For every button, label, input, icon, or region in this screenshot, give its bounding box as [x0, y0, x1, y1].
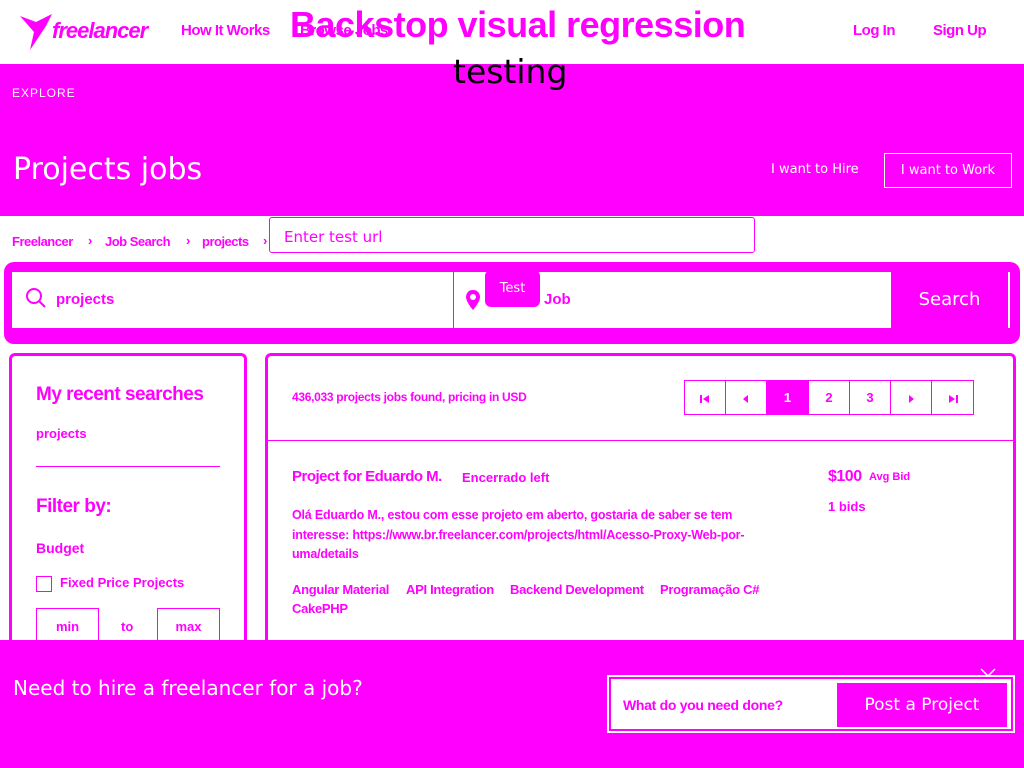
project-need-input[interactable]: What do you need done? [623, 697, 783, 713]
breadcrumb-projects[interactable]: projects [202, 234, 249, 249]
breadcrumb-separator-icon: › [88, 233, 93, 248]
how-it-works-link[interactable]: How It Works [181, 22, 270, 39]
breadcrumb-freelancer[interactable]: Freelancer [12, 234, 73, 249]
login-link[interactable]: Log In [853, 22, 896, 39]
fixed-price-checkbox[interactable] [36, 576, 52, 592]
search-button[interactable]: Search [891, 272, 1008, 328]
test-button[interactable]: Test [485, 270, 540, 307]
work-button[interactable]: I want to Work [884, 153, 1012, 188]
banner-heading: Need to hire a freelancer for a job? [13, 676, 363, 700]
budget-heading: Budget [36, 540, 85, 556]
signup-link[interactable]: Sign Up [933, 22, 987, 39]
explore-label: EXPLORE [12, 86, 76, 100]
budget-min-input[interactable]: min [36, 608, 99, 644]
recent-searches-heading: My recent searches [36, 384, 204, 405]
location-pin-icon [466, 290, 480, 310]
test-url-placeholder: Enter test url [284, 228, 383, 246]
page-2-button[interactable]: 2 [809, 381, 850, 414]
search-divider [453, 272, 454, 328]
skill-tag[interactable]: CakePHP [292, 601, 348, 616]
prev-page-icon[interactable] [726, 381, 767, 414]
search-icon [26, 288, 46, 308]
budget-to-label: to [121, 619, 134, 634]
project-title-link[interactable]: Project for Eduardo M. [292, 468, 442, 485]
pagination: 1 2 3 [684, 380, 974, 415]
overlay-title: Backstop visual regression [290, 4, 746, 45]
sidebar-divider [36, 466, 220, 467]
skill-tag[interactable]: Programação C# [660, 582, 759, 597]
location-input[interactable]: Job [544, 291, 571, 308]
post-project-form: What do you need done? Post a Project [607, 675, 1015, 733]
budget-max-input[interactable]: max [157, 608, 220, 644]
hire-link[interactable]: I want to Hire [771, 162, 859, 177]
post-project-button[interactable]: Post a Project [837, 683, 1007, 727]
fixed-price-label: Fixed Price Projects [60, 575, 185, 590]
test-url-input[interactable]: Enter test url [269, 217, 755, 253]
next-page-icon[interactable] [891, 381, 932, 414]
recent-search-item[interactable]: projects [36, 426, 87, 441]
last-page-icon[interactable] [932, 381, 973, 414]
project-description: Olá Eduardo M., estou com esse projeto e… [292, 508, 745, 561]
first-page-icon[interactable] [685, 381, 726, 414]
skill-tag[interactable]: Backend Development [510, 582, 644, 597]
project-status: Encerrado left [462, 470, 550, 485]
page-3-button[interactable]: 3 [850, 381, 891, 414]
search-input[interactable]: projects [56, 291, 114, 308]
project-price: $100 [828, 468, 862, 485]
breadcrumb-separator-icon: › [186, 233, 191, 248]
project-price-label: Avg Bid [869, 471, 911, 483]
results-count: 436,033 projects jobs found, pricing in … [292, 390, 527, 404]
skill-tag[interactable]: API Integration [406, 582, 494, 597]
overlay-subtitle: testing [453, 52, 568, 91]
breadcrumb-separator-icon: › [263, 233, 268, 248]
logo-text: freelancer [52, 18, 148, 43]
skill-tag[interactable]: Angular Material [292, 582, 389, 597]
project-bids: 1 bids [828, 499, 866, 514]
page-1-button[interactable]: 1 [767, 381, 809, 414]
page-title: Projects jobs [13, 152, 203, 187]
filter-heading: Filter by: [36, 496, 112, 517]
breadcrumb-job-search[interactable]: Job Search [105, 234, 171, 249]
results-divider [268, 440, 1013, 441]
